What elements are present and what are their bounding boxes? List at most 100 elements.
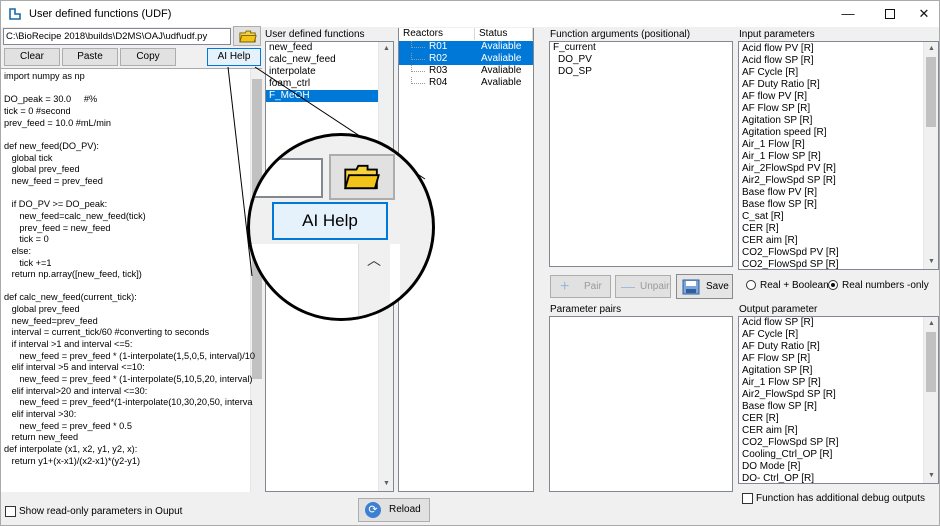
input-param-item[interactable]: CO2_FlowSpd PV [R] [739,247,922,259]
copy-button[interactable]: Copy [120,48,176,66]
input-param-item[interactable]: CER [R] [739,223,922,235]
input-param-item[interactable]: Base flow PV [R] [739,187,922,199]
debug-outputs-checkbox[interactable] [742,493,753,504]
udf-scroll-up-icon[interactable]: ▲ [379,42,394,56]
output-param-item[interactable]: Cooling_Ctrl_OP [R] [739,449,922,461]
func-arg-item[interactable]: DO_SP [550,66,720,78]
browse-folder-button[interactable] [233,26,261,46]
output-param-item[interactable]: AF Cycle [R] [739,329,922,341]
output-param-item[interactable]: Air_1 Flow SP [R] [739,377,922,389]
radio-real-boolean[interactable] [746,280,756,291]
output-param-item[interactable]: CER aim [R] [739,425,922,437]
radio-real-boolean-circle[interactable] [746,280,756,291]
window-title: User defined functions (UDF) [29,8,172,20]
col-status-header[interactable]: Status [475,28,533,40]
output-params-list[interactable]: Acid flow SP [R] AF Cycle [R] AF Duty Rati… [738,316,939,484]
udf-item[interactable]: foam_ctrl [266,78,378,90]
output-scrollbar[interactable]: ▲ ▼ [923,317,938,483]
input-scroll-down-icon[interactable]: ▼ [924,255,938,269]
paste-button[interactable]: Paste [62,48,118,66]
output-param-item[interactable]: CO2_FlowSpd SP [R] [739,437,922,449]
paste-label: Paste [77,51,103,62]
input-param-item[interactable]: Air_1 Flow [R] [739,139,922,151]
radio-real-only[interactable] [828,280,838,291]
save-button[interactable]: Save [676,274,733,299]
reactor-name: R03 [429,65,448,76]
minimize-button[interactable]: — [825,1,871,27]
clear-label: Clear [20,51,44,62]
show-readonly-checkbox[interactable] [5,506,16,517]
reactor-row[interactable]: R04 Avaliable [399,77,533,89]
input-param-item[interactable]: Agitation speed [R] [739,127,922,139]
pairs-list[interactable] [549,316,733,492]
col-reactors-header[interactable]: Reactors [399,28,475,40]
udf-item[interactable]: interpolate [266,66,378,78]
output-scroll-down-icon[interactable]: ▼ [924,469,938,483]
udf-window: User defined functions (UDF) — ✕ C:\BioR… [0,0,940,526]
save-icon [682,279,700,295]
output-param-item[interactable]: Acid flow SP [R] [739,317,922,329]
zoom-magnifier: AI Help ︿ [247,133,435,321]
input-param-item[interactable]: AF Flow SP [R] [739,103,922,115]
input-param-item[interactable]: Base flow SP [R] [739,199,922,211]
output-scroll-thumb[interactable] [926,332,936,392]
code-text[interactable]: import numpy as np DO_peak = 30.0 #% tic… [4,71,255,467]
output-param-item[interactable]: Air2_FlowSpd SP [R] [739,389,922,401]
reactor-row[interactable]: R01 Avaliable [399,41,533,53]
zoom-path-field [250,158,323,198]
pairs-header: Parameter pairs [550,304,622,315]
reactor-row[interactable]: R02 Avaliable [399,53,533,65]
pair-plus-icon: + [560,278,570,295]
input-param-item[interactable]: Acid flow PV [R] [739,43,922,55]
udf-items: new_feed calc_new_feed interpolate foam_ctr… [266,42,378,102]
output-param-item[interactable]: DO Mode [R] [739,461,922,473]
tree-line-icon [411,77,425,84]
output-param-item[interactable]: Agitation SP [R] [739,365,922,377]
input-param-item[interactable]: Acid flow SP [R] [739,55,922,67]
reload-button[interactable]: ⟳ Reload [358,498,430,522]
input-scroll-thumb[interactable] [926,57,936,127]
input-scrollbar[interactable]: ▲ ▼ [923,42,938,269]
title-bar: User defined functions (UDF) — ✕ [1,1,939,27]
output-param-item[interactable]: DO- Ctrl_OP [R] [739,473,922,483]
input-scroll-up-icon[interactable]: ▲ [924,42,938,56]
udf-item[interactable]: calc_new_feed [266,54,378,66]
input-param-item[interactable]: C_sat [R] [739,211,922,223]
tree-line-icon [411,53,425,60]
udf-scroll-down-icon[interactable]: ▼ [379,477,394,491]
input-param-item[interactable]: Air2_FlowSpd SP [R] [739,175,922,187]
input-param-item[interactable]: Agitation SP [R] [739,115,922,127]
input-param-item[interactable]: CO2_FlowSpd SP [R] [739,259,922,269]
reactor-status: Avaliable [481,65,522,76]
clear-button[interactable]: Clear [4,48,60,66]
folder-icon [239,30,257,43]
radio-real-only-label: Real numbers -only [842,280,929,291]
udf-item[interactable]: F_MeOH [266,90,378,102]
reactor-row[interactable]: R03 Avaliable [399,65,533,77]
input-param-item[interactable]: Air_2FlowSpd PV [R] [739,163,922,175]
input-param-item[interactable]: Air_1 Flow SP [R] [739,151,922,163]
output-param-item[interactable]: CER [R] [739,413,922,425]
output-param-item[interactable]: AF Duty Ratio [R] [739,341,922,353]
unpair-button[interactable]: — Unpair [615,275,671,298]
output-param-item[interactable]: AF Flow SP [R] [739,353,922,365]
input-param-item[interactable]: CER aim [R] [739,235,922,247]
output-params-header: Output parameter [739,304,818,315]
input-param-item[interactable]: AF Cycle [R] [739,67,922,79]
close-button[interactable]: ✕ [901,1,939,27]
reactor-status: Avaliable [481,41,522,52]
func-args-list[interactable]: F_current DO_PV DO_SP [549,41,733,267]
input-param-item[interactable]: AF Duty Ratio [R] [739,79,922,91]
pair-button[interactable]: + Pair [550,275,611,298]
radio-real-only-circle[interactable] [828,280,838,291]
input-params-list[interactable]: Acid flow PV [R] Acid flow SP [R] AF Cycle… [738,41,939,270]
path-field[interactable]: C:\BioRecipe 2018\builds\D2MS\OAJ\udf\ud… [3,28,231,45]
save-label: Save [706,281,729,292]
udf-item[interactable]: new_feed [266,42,378,54]
ai-help-button[interactable]: AI Help [207,48,261,66]
func-arg-item[interactable]: DO_PV [550,54,720,66]
output-scroll-up-icon[interactable]: ▲ [924,317,938,331]
input-param-item[interactable]: AF flow PV [R] [739,91,922,103]
func-arg-item[interactable]: F_current [550,42,720,54]
output-param-item[interactable]: Base flow SP [R] [739,401,922,413]
